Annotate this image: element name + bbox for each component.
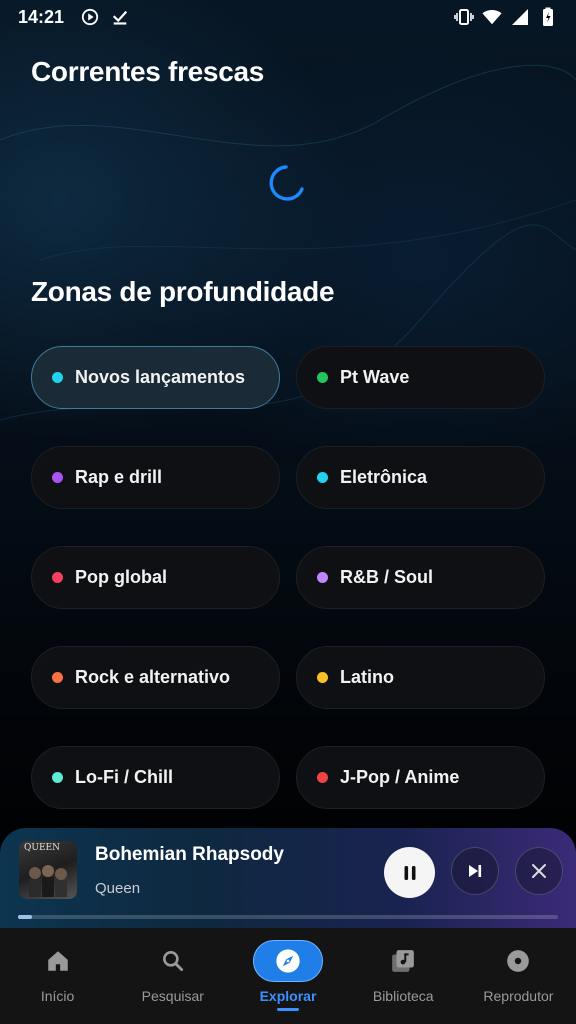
nav-label: Explorar <box>259 988 317 1004</box>
nav-label: Início <box>40 988 75 1004</box>
zone-dot <box>52 672 63 683</box>
pause-button[interactable] <box>384 847 435 898</box>
zone-dot <box>52 772 63 783</box>
playback-progress-fill <box>18 915 32 919</box>
play-circle-icon <box>80 7 100 27</box>
nav-label: Pesquisar <box>141 988 204 1004</box>
disc-icon <box>507 950 530 972</box>
nav-label: Reprodutor <box>483 988 554 1004</box>
mini-player[interactable]: QUEEN Bohemian Rhapsody Queen <box>0 828 576 928</box>
vibrate-icon <box>454 7 474 27</box>
home-icon <box>47 951 68 971</box>
close-icon <box>532 864 546 878</box>
track-title: Bohemian Rhapsody <box>95 844 284 865</box>
pause-icon <box>404 865 415 880</box>
next-track-button[interactable] <box>451 847 499 895</box>
status-bar: 14:21 <box>0 0 576 34</box>
close-player-button[interactable] <box>515 847 563 895</box>
zone-dot <box>317 372 328 383</box>
nav-label: Biblioteca <box>372 988 434 1004</box>
zone-dot <box>317 472 328 483</box>
playback-progress[interactable] <box>18 915 558 919</box>
download-done-icon <box>110 7 130 27</box>
zone-label: Novos lançamentos <box>75 367 246 387</box>
zone-dot <box>52 572 63 583</box>
search-icon <box>162 951 183 972</box>
nav-item-explorar[interactable]: Explorar <box>230 928 345 1024</box>
zone-label: R&B / Soul <box>340 567 433 587</box>
zone-label: Pop global <box>75 567 167 587</box>
zone-chip-rap-e-drill[interactable]: Rap e drill <box>31 446 280 509</box>
zones-grid: Novos lançamentos Pt Wave Rap e drill El… <box>31 346 545 809</box>
zone-chip-latino[interactable]: Latino <box>296 646 545 709</box>
nav-item-biblioteca[interactable]: Biblioteca <box>346 928 461 1024</box>
loading-spinner <box>269 165 304 201</box>
zone-chip-rock-e-alternativo[interactable]: Rock e alternativo <box>31 646 280 709</box>
active-indicator <box>277 1008 299 1011</box>
wifi-icon <box>482 7 502 27</box>
zone-label: Latino <box>340 667 394 687</box>
album-cover[interactable]: QUEEN <box>19 841 77 899</box>
status-time: 14:21 <box>18 6 65 27</box>
library-icon <box>392 950 415 972</box>
zone-dot <box>317 672 328 683</box>
zone-dot <box>52 372 63 383</box>
bottom-nav: Início Pesquisar Explorar Biblioteca Rep… <box>0 928 576 1024</box>
zone-label: J-Pop / Anime <box>340 767 460 787</box>
zone-label: Pt Wave <box>340 367 410 387</box>
zone-chip-pop-global[interactable]: Pop global <box>31 546 280 609</box>
zone-chip-rnb-soul[interactable]: R&B / Soul <box>296 546 545 609</box>
nav-item-inicio[interactable]: Início <box>0 928 115 1024</box>
zone-label: Eletrônica <box>340 467 428 487</box>
zone-chip-eletronica[interactable]: Eletrônica <box>296 446 545 509</box>
compass-icon <box>276 949 300 973</box>
zone-label: Rap e drill <box>75 467 163 487</box>
nav-item-reprodutor[interactable]: Reprodutor <box>461 928 576 1024</box>
nav-item-pesquisar[interactable]: Pesquisar <box>115 928 230 1024</box>
zone-chip-pt-wave[interactable]: Pt Wave <box>296 346 545 409</box>
battery-charging-icon <box>538 7 558 27</box>
zone-dot <box>317 772 328 783</box>
zone-dot <box>317 572 328 583</box>
zone-chip-novos-lancamentos[interactable]: Novos lançamentos <box>31 346 280 409</box>
zone-label: Lo-Fi / Chill <box>75 767 173 787</box>
zone-dot <box>52 472 63 483</box>
zone-label: Rock e alternativo <box>75 667 231 687</box>
zones-section-title: Zonas de profundidade <box>31 276 335 307</box>
skip-next-icon <box>469 865 482 877</box>
signal-icon <box>510 7 530 27</box>
fresh-section-title: Correntes frescas <box>31 56 265 87</box>
zone-chip-lofi-chill[interactable]: Lo-Fi / Chill <box>31 746 280 809</box>
zone-chip-jpop-anime[interactable]: J-Pop / Anime <box>296 746 545 809</box>
track-artist: Queen <box>95 880 141 897</box>
